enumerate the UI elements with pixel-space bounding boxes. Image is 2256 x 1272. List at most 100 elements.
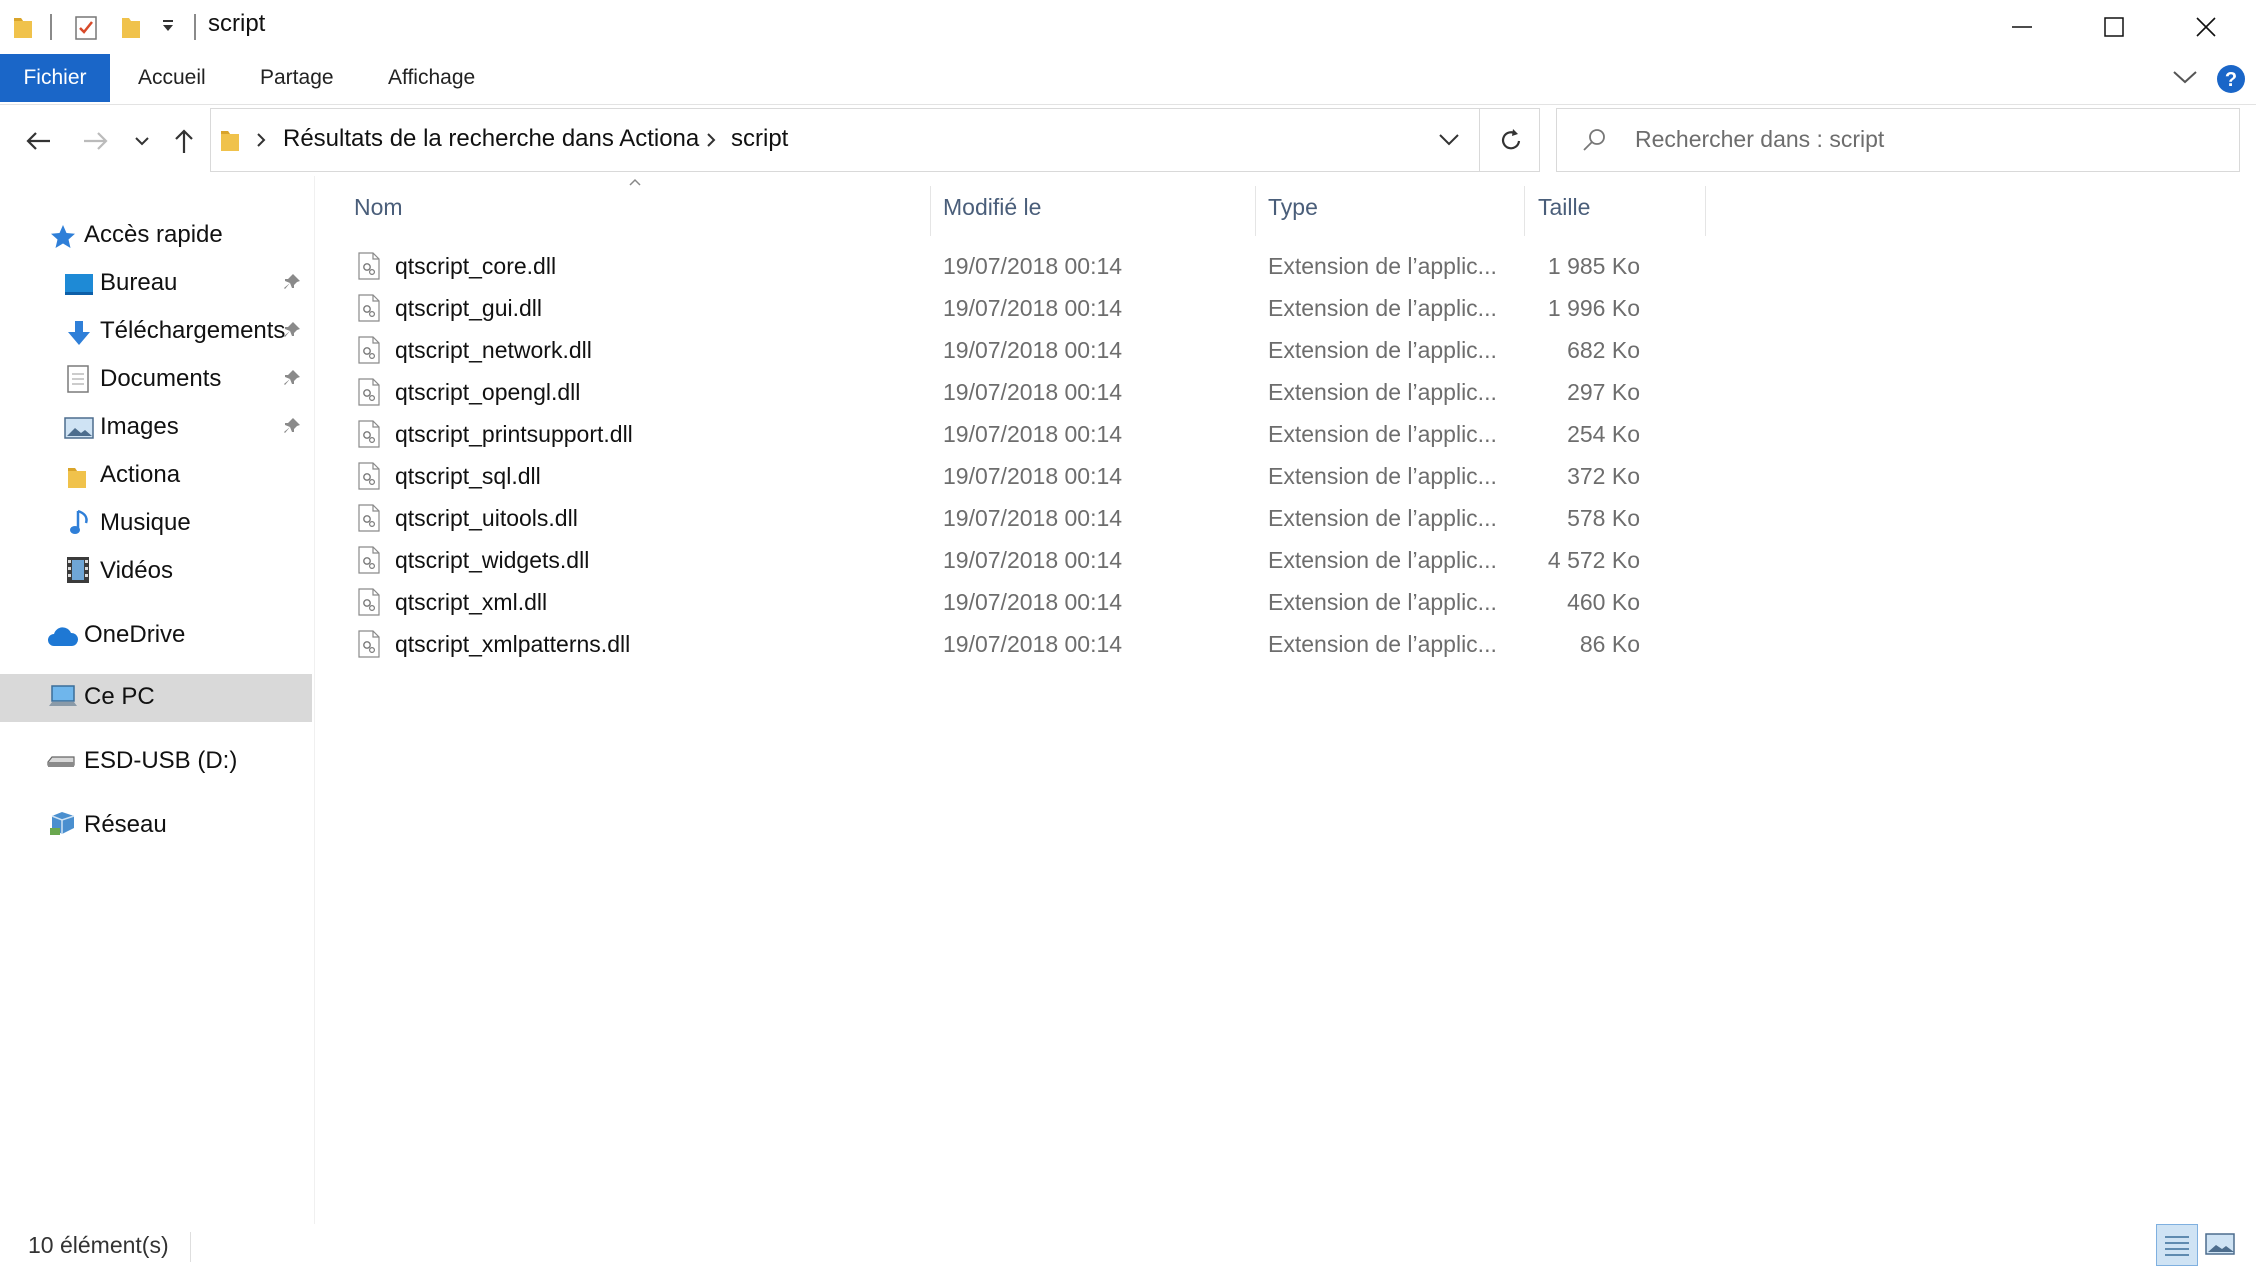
images-icon (64, 416, 94, 440)
nav-label: Réseau (84, 811, 167, 838)
column-header-type[interactable]: Type (1268, 182, 1528, 232)
file-modified: 19/07/2018 00:14 (943, 337, 1123, 363)
network-icon (48, 810, 76, 835)
nav-item-images[interactable]: Images (0, 404, 312, 452)
column-header-label: Nom (354, 194, 403, 220)
breadcrumb-script[interactable]: script (731, 125, 788, 153)
tab-file[interactable]: Fichier (0, 54, 110, 102)
forward-button[interactable] (76, 116, 116, 166)
column-header-size[interactable]: Taille (1538, 182, 1708, 232)
file-modified: 19/07/2018 00:14 (943, 379, 1123, 405)
desktop-icon (64, 272, 93, 296)
nav-label: Actiona (100, 461, 181, 488)
item-count: 10 élément(s) (28, 1232, 169, 1258)
file-size: 86 Ko (1579, 631, 1640, 657)
maximize-button[interactable] (2068, 0, 2160, 54)
folder-icon[interactable] (12, 14, 34, 40)
dll-file-icon (358, 462, 380, 490)
new-folder-icon[interactable] (120, 14, 142, 40)
title-bar: script (0, 0, 2256, 54)
breadcrumb-search-results[interactable]: Résultats de la recherche dans Actiona (283, 125, 699, 153)
divider (1479, 109, 1480, 171)
maximize-icon (2104, 17, 2124, 37)
file-name: qtscript_core.dll (395, 253, 557, 279)
file-row[interactable]: qtscript_gui.dll 19/07/2018 00:14 Extens… (350, 288, 1710, 330)
file-name: qtscript_network.dll (395, 337, 592, 363)
documents-icon (66, 364, 94, 393)
nav-usb-drive[interactable]: ESD-USB (D:) (0, 738, 312, 786)
nav-onedrive[interactable]: OneDrive (0, 612, 312, 660)
tab-view[interactable]: Affichage (388, 54, 475, 102)
file-name: qtscript_widgets.dll (395, 547, 590, 573)
column-resize-handle[interactable] (1705, 186, 1706, 236)
breadcrumb-chevron-icon[interactable] (255, 131, 267, 154)
up-button[interactable] (164, 116, 204, 166)
tab-home[interactable]: Accueil (138, 54, 206, 102)
nav-item-bureau[interactable]: Bureau (0, 260, 312, 308)
nav-quick-access[interactable]: Accès rapide (0, 212, 312, 260)
file-row[interactable]: qtscript_network.dll 19/07/2018 00:14 Ex… (350, 330, 1710, 372)
file-size: 682 Ko (1567, 337, 1640, 363)
close-button[interactable] (2160, 0, 2252, 54)
column-resize-handle[interactable] (1255, 186, 1256, 236)
file-modified: 19/07/2018 00:14 (943, 253, 1123, 279)
customize-quick-access-icon[interactable] (160, 18, 182, 44)
file-row[interactable]: qtscript_printsupport.dll 19/07/2018 00:… (350, 414, 1710, 456)
column-header-name[interactable]: Nom (354, 182, 929, 232)
file-row[interactable]: qtscript_uitools.dll 19/07/2018 00:14 Ex… (350, 498, 1710, 540)
column-header-modified[interactable]: Modifié le (943, 182, 1253, 232)
file-size: 1 996 Ko (1547, 295, 1640, 321)
separator (194, 14, 196, 40)
file-size: 460 Ko (1567, 589, 1640, 615)
back-button[interactable] (18, 116, 58, 166)
separator (50, 14, 52, 40)
file-modified: 19/07/2018 00:14 (943, 505, 1123, 531)
file-row[interactable]: qtscript_opengl.dll 19/07/2018 00:14 Ext… (350, 372, 1710, 414)
file-modified: 19/07/2018 00:14 (943, 631, 1123, 657)
refresh-icon[interactable] (1497, 125, 1525, 160)
nav-item-documents[interactable]: Documents (0, 356, 312, 404)
large-icons-view-button[interactable] (2204, 1230, 2236, 1263)
file-size: 372 Ko (1567, 463, 1640, 489)
expand-ribbon-icon[interactable] (2172, 66, 2198, 93)
up-arrow-icon (175, 129, 193, 153)
nav-item-telechargements[interactable]: Téléchargements (0, 308, 312, 356)
minimize-button[interactable] (1976, 0, 2068, 54)
breadcrumb-chevron-icon[interactable] (705, 131, 717, 154)
column-header-label: Taille (1538, 194, 1591, 220)
nav-network[interactable]: Réseau (0, 802, 312, 850)
search-box[interactable]: Rechercher dans : script (1556, 108, 2240, 172)
address-history-chevron-icon[interactable] (1437, 131, 1461, 154)
file-row[interactable]: qtscript_xmlpatterns.dll 19/07/2018 00:1… (350, 624, 1710, 666)
properties-icon[interactable] (74, 14, 97, 40)
help-icon[interactable]: ? (2216, 64, 2246, 99)
nav-label: Bureau (100, 269, 178, 296)
pin-icon[interactable] (282, 272, 302, 292)
file-row[interactable]: qtscript_widgets.dll 19/07/2018 00:14 Ex… (350, 540, 1710, 582)
dll-file-icon (358, 630, 380, 658)
usb-drive-icon (46, 752, 75, 776)
details-view-button[interactable] (2156, 1224, 2198, 1266)
nav-this-pc[interactable]: Ce PC (0, 674, 312, 722)
address-bar[interactable]: Résultats de la recherche dans Actiona s… (210, 108, 1540, 172)
file-row[interactable]: qtscript_core.dll 19/07/2018 00:14 Exten… (350, 246, 1710, 288)
file-modified: 19/07/2018 00:14 (943, 295, 1123, 321)
nav-item-videos[interactable]: Vidéos (0, 548, 312, 596)
nav-label: Accès rapide (84, 221, 223, 248)
nav-item-actiona[interactable]: Actiona (0, 452, 312, 500)
nav-item-musique[interactable]: Musique (0, 500, 312, 548)
column-resize-handle[interactable] (1524, 186, 1525, 236)
pin-icon[interactable] (282, 368, 302, 388)
pane-divider[interactable] (314, 176, 315, 1224)
pin-icon[interactable] (282, 416, 302, 436)
file-row[interactable]: qtscript_sql.dll 19/07/2018 00:14 Extens… (350, 456, 1710, 498)
file-row[interactable]: qtscript_xml.dll 19/07/2018 00:14 Extens… (350, 582, 1710, 624)
file-modified: 19/07/2018 00:14 (943, 463, 1123, 489)
column-resize-handle[interactable] (930, 186, 931, 236)
tab-share[interactable]: Partage (260, 54, 334, 102)
forward-arrow-icon (84, 132, 108, 150)
recent-locations-button[interactable] (124, 116, 160, 166)
pin-icon[interactable] (282, 320, 302, 340)
file-modified: 19/07/2018 00:14 (943, 589, 1123, 615)
file-size: 1 985 Ko (1547, 253, 1640, 279)
